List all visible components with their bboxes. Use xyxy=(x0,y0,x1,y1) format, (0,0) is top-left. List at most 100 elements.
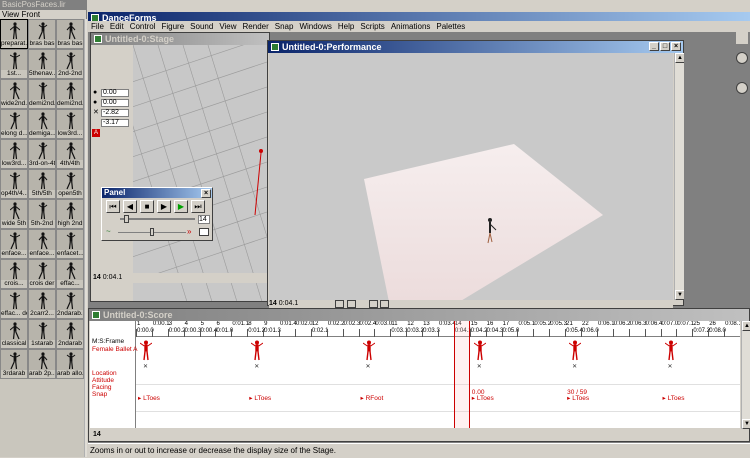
pose-thumbnail[interactable]: 1st... xyxy=(0,49,28,79)
library-title[interactable]: BasicPosFaces.lir xyxy=(0,0,86,10)
pose-thumbnail[interactable]: 5thenav... xyxy=(28,49,56,79)
stage-view[interactable] xyxy=(133,45,271,301)
stage-figure-marker[interactable] xyxy=(259,149,263,153)
keyframe-marker-icon[interactable]: ✕ xyxy=(668,363,673,370)
pose-thumbnail[interactable]: bras bas xyxy=(56,19,84,49)
menu-view[interactable]: View xyxy=(216,21,239,32)
menu-file[interactable]: File xyxy=(88,21,107,32)
snap-label[interactable]: ▸ LToes xyxy=(472,395,494,402)
pose-thumbnail[interactable]: bras bas xyxy=(28,19,56,49)
pose-thumbnail[interactable]: high 2nd xyxy=(56,199,84,229)
snap-label[interactable]: ▸ LToes xyxy=(138,395,160,402)
menu-control[interactable]: Control xyxy=(127,21,159,32)
pose-thumbnail[interactable]: enfacet... xyxy=(56,229,84,259)
facing-value[interactable]: 30 / 59 xyxy=(567,389,587,396)
keyframe-marker-icon[interactable]: ✕ xyxy=(572,363,577,370)
pan-icon[interactable] xyxy=(369,300,378,308)
menu-figure[interactable]: Figure xyxy=(158,21,187,32)
keyframe-figure-icon[interactable] xyxy=(473,340,486,362)
speed-slider-thumb[interactable] xyxy=(150,228,154,236)
coord-value[interactable]: -3.17 xyxy=(101,119,129,127)
rotate-icon[interactable] xyxy=(380,300,389,308)
panel-close-button[interactable]: × xyxy=(201,189,211,198)
stage-titlebar[interactable]: Untitled-0:Stage xyxy=(91,33,269,45)
pose-thumbnail[interactable]: crois der xyxy=(28,259,56,289)
score-track-area[interactable]: ✕ ▸ LToes ✕ ▸ LToes ✕ ▸ RFoot ✕ ▸ LToes ✕ ▸ LToes… xyxy=(136,337,740,441)
snap-label[interactable]: ▸ LToes xyxy=(663,395,685,402)
orbit-icon[interactable] xyxy=(736,52,748,64)
keyframe-figure-icon[interactable] xyxy=(362,340,375,362)
pose-thumbnail[interactable]: arab allo... xyxy=(56,349,84,379)
menu-sound[interactable]: Sound xyxy=(187,21,216,32)
snap-label[interactable]: ▸ LToes xyxy=(567,395,589,402)
pose-thumbnail[interactable]: wide2nd... xyxy=(0,79,28,109)
step-back-button[interactable]: ◀ xyxy=(123,200,137,213)
loop-toggle-icon[interactable] xyxy=(199,228,209,236)
coord-value[interactable]: 0.00 xyxy=(101,99,129,107)
menu-windows[interactable]: Windows xyxy=(296,21,334,32)
step-forward-button[interactable]: ▶ xyxy=(157,200,171,213)
keyframe-figure-icon[interactable] xyxy=(664,340,677,362)
menu-snap[interactable]: Snap xyxy=(272,21,297,32)
pose-thumbnail[interactable]: 5th/5th xyxy=(28,169,56,199)
menu-scripts[interactable]: Scripts xyxy=(357,21,387,32)
pose-thumbnail[interactable]: 4th/4th xyxy=(56,139,84,169)
keyframe-marker-icon[interactable]: ✕ xyxy=(143,363,148,370)
menu-render[interactable]: Render xyxy=(240,21,272,32)
rewind-button[interactable]: ⏮ xyxy=(106,200,120,213)
pose-thumbnail[interactable]: 3rdarab xyxy=(0,349,28,379)
pose-thumbnail[interactable]: 2ndarab xyxy=(56,319,84,349)
current-frame-cursor[interactable] xyxy=(453,321,470,428)
keyframe-marker-icon[interactable]: ✕ xyxy=(254,363,259,370)
camera-icon[interactable] xyxy=(347,300,356,308)
maximize-button[interactable]: □ xyxy=(660,42,670,51)
menu-palettes[interactable]: Palettes xyxy=(433,21,468,32)
pose-thumbnail[interactable]: 1starab xyxy=(28,319,56,349)
zoom-icon[interactable] xyxy=(335,300,344,308)
stop-button[interactable]: ■ xyxy=(140,200,154,213)
facing-value[interactable]: 0.00 xyxy=(472,389,485,396)
fast-forward-button[interactable]: ⏭ xyxy=(191,200,205,213)
performance-vscroll[interactable]: ▲ ▼ xyxy=(674,53,685,300)
pose-thumbnail[interactable]: crois... xyxy=(0,259,28,289)
minimize-button[interactable]: _ xyxy=(649,42,659,51)
pose-thumbnail[interactable]: enface... xyxy=(0,229,28,259)
frame-field[interactable]: 14 xyxy=(198,215,210,224)
score-scroll-up-icon[interactable]: ▲ xyxy=(742,321,750,331)
library-view-menu[interactable]: View xyxy=(2,10,19,19)
frame-slider-track[interactable] xyxy=(120,218,195,220)
library-scrollbar[interactable] xyxy=(84,19,87,457)
pose-thumbnail[interactable]: low3rd... xyxy=(0,139,28,169)
pose-thumbnail[interactable]: demiga... xyxy=(28,109,56,139)
close-button[interactable]: × xyxy=(671,42,681,51)
snap-label[interactable]: ▸ RFoot xyxy=(361,395,384,402)
menu-help[interactable]: Help xyxy=(335,21,357,32)
pose-thumbnail[interactable]: enface... xyxy=(28,229,56,259)
coord-value[interactable]: 0.00 xyxy=(101,89,129,97)
coord-value[interactable]: -2.82 xyxy=(101,109,129,117)
keyframe-figure-icon[interactable] xyxy=(251,340,264,362)
score-vscroll[interactable]: ▲ ▼ xyxy=(741,321,750,429)
pose-thumbnail[interactable]: effac... xyxy=(56,259,84,289)
pose-thumbnail[interactable]: demi2nd... xyxy=(56,79,84,109)
stage-a-marker[interactable]: A xyxy=(92,129,100,137)
snap-label[interactable]: ▸ LToes xyxy=(249,395,271,402)
keyframe-marker-icon[interactable]: ✕ xyxy=(477,363,482,370)
pose-thumbnail[interactable]: 2carr2... xyxy=(28,289,56,319)
pose-thumbnail[interactable]: elong d... xyxy=(0,109,28,139)
pose-thumbnail[interactable]: effac... der xyxy=(0,289,28,319)
score-scroll-down-icon[interactable]: ▼ xyxy=(742,419,750,429)
toolbar-top-icon[interactable] xyxy=(736,32,748,44)
pose-thumbnail[interactable]: 5th-2nd xyxy=(28,199,56,229)
play-button[interactable]: ▶ xyxy=(174,200,188,213)
tilt-icon[interactable] xyxy=(736,82,748,94)
keyframe-figure-icon[interactable] xyxy=(569,340,582,362)
menu-edit[interactable]: Edit xyxy=(107,21,127,32)
performance-titlebar[interactable]: Untitled-0:Performance _ □ × xyxy=(268,41,683,53)
pose-thumbnail[interactable]: op4th/4... xyxy=(0,169,28,199)
pose-thumbnail[interactable]: classical xyxy=(0,319,28,349)
performance-view[interactable] xyxy=(269,53,673,300)
pose-thumbnail[interactable]: open5th xyxy=(56,169,84,199)
menu-animations[interactable]: Animations xyxy=(388,21,434,32)
pose-thumbnail[interactable]: preparat... xyxy=(0,19,28,49)
